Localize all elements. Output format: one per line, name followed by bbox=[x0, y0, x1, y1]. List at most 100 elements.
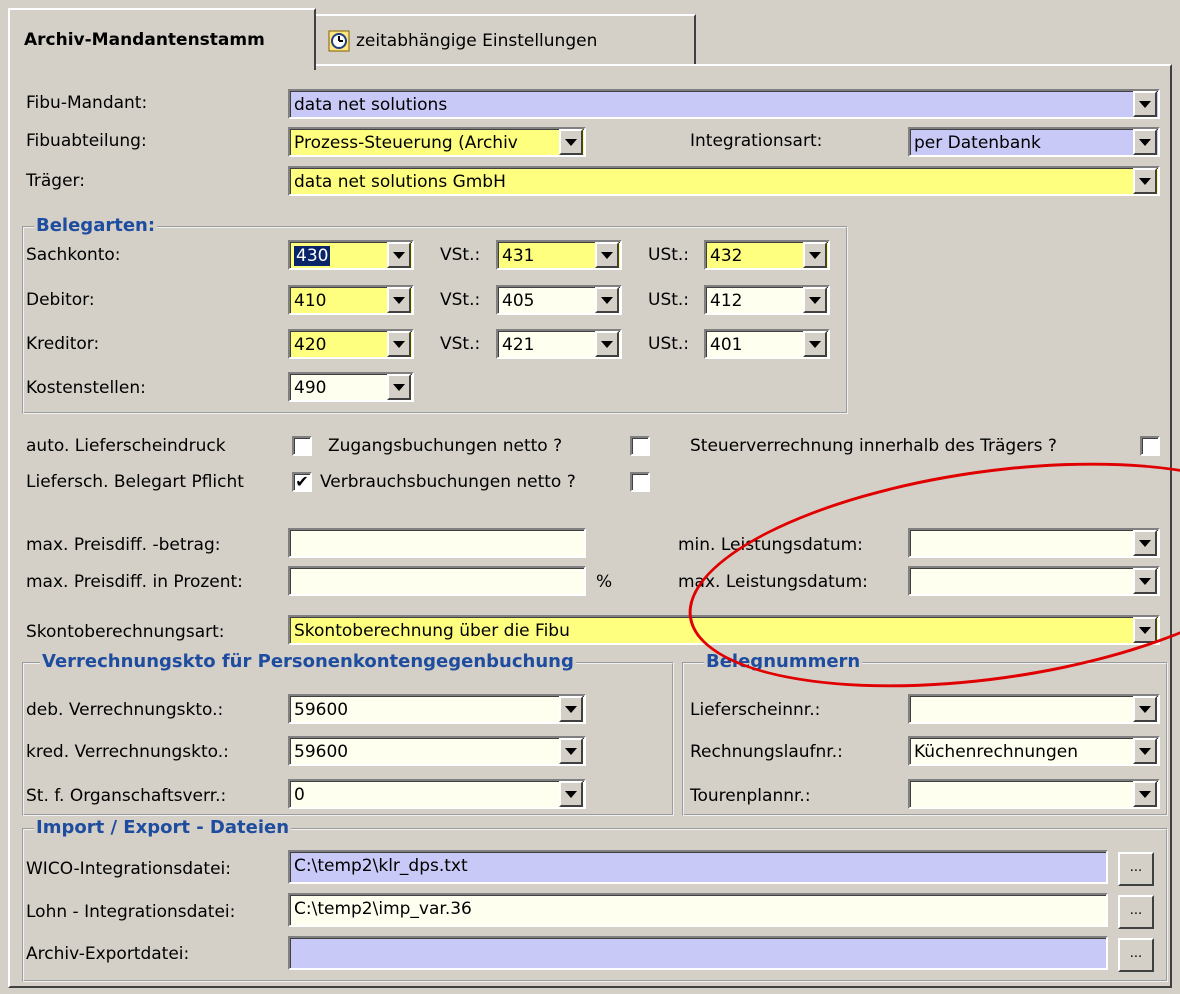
tourenplannr-dropdown-button[interactable] bbox=[1133, 781, 1157, 807]
organschaft-select[interactable]: 0 bbox=[288, 779, 586, 809]
archiv-exportdatei-input[interactable] bbox=[288, 936, 1108, 970]
lohn-browse-button[interactable]: ... bbox=[1118, 895, 1154, 929]
check-icon: ✔ bbox=[295, 472, 309, 491]
chevron-down-icon bbox=[1139, 177, 1151, 185]
sachkonto-value: 430 bbox=[294, 246, 331, 266]
chevron-down-icon bbox=[809, 340, 821, 348]
lohn-datei-label: Lohn - Integrationsdatei: bbox=[26, 902, 236, 922]
kred-verrechnungskto-label: kred. Verrechnungskto.: bbox=[26, 742, 229, 762]
tourenplannr-select[interactable] bbox=[908, 779, 1160, 809]
kostenstellen-dropdown-button[interactable] bbox=[387, 374, 411, 400]
rechnungslaufnr-dropdown-button[interactable] bbox=[1133, 738, 1157, 764]
lohn-datei-input[interactable]: C:\temp2\imp_var.36 bbox=[288, 893, 1108, 927]
chevron-down-icon bbox=[1139, 705, 1151, 713]
tab-zeitabhaengige-einstellungen[interactable]: zeitabhängige Einstellungen bbox=[314, 14, 696, 66]
debitor-vst-dropdown-button[interactable] bbox=[595, 287, 619, 313]
lieferscheinnr-dropdown-button[interactable] bbox=[1133, 696, 1157, 722]
max-preisdiff-prozent-label: max. Preisdiff. in Prozent: bbox=[26, 572, 243, 592]
zugangsbuchungen-checkbox[interactable] bbox=[630, 436, 650, 456]
liefersch-pflicht-checkbox[interactable]: ✔ bbox=[292, 472, 312, 492]
debitor-ust-dropdown-button[interactable] bbox=[803, 287, 827, 313]
sachkonto-ust-dropdown-button[interactable] bbox=[803, 242, 827, 268]
lieferscheinnr-select[interactable] bbox=[908, 694, 1160, 724]
kred-verrechnungskto-dropdown-button[interactable] bbox=[559, 738, 583, 764]
sachkonto-dropdown-button[interactable] bbox=[387, 242, 411, 268]
debitor-dropdown-button[interactable] bbox=[387, 287, 411, 313]
sachkonto-vst-label: VSt.: bbox=[440, 245, 481, 265]
verrechnungskto-legend: Verrechnungskto für Personenkontengegenb… bbox=[40, 651, 576, 672]
integrationsart-dropdown-button[interactable] bbox=[1133, 129, 1157, 155]
archiv-exportdatei-label: Archiv-Exportdatei: bbox=[26, 944, 190, 964]
fibu-mandant-label: Fibu-Mandant: bbox=[26, 93, 148, 113]
kreditor-dropdown-button[interactable] bbox=[387, 331, 411, 357]
prozent-unit: % bbox=[596, 572, 613, 592]
clock-settings-icon bbox=[328, 30, 350, 52]
traeger-select[interactable]: data net solutions GmbH bbox=[288, 166, 1160, 196]
kred-verrechnungskto-select[interactable]: 59600 bbox=[288, 736, 586, 766]
skonto-label: Skontoberechnungsart: bbox=[26, 622, 225, 642]
chevron-down-icon bbox=[601, 251, 613, 259]
auto-lieferscheindruck-label: auto. Lieferscheindruck bbox=[26, 436, 226, 456]
chevron-down-icon bbox=[809, 296, 821, 304]
chevron-down-icon bbox=[393, 340, 405, 348]
max-leistungsdatum-label: max. Leistungsdatum: bbox=[678, 572, 868, 592]
chevron-down-icon bbox=[1139, 138, 1151, 146]
fibu-mandant-dropdown-button[interactable] bbox=[1133, 91, 1157, 117]
debitor-label: Debitor: bbox=[26, 290, 95, 310]
chevron-down-icon bbox=[393, 251, 405, 259]
chevron-down-icon bbox=[1139, 790, 1151, 798]
max-preisdiff-prozent-input[interactable] bbox=[288, 566, 586, 596]
kreditor-vst-dropdown-button[interactable] bbox=[595, 331, 619, 357]
sachkonto-vst-dropdown-button[interactable] bbox=[595, 242, 619, 268]
fibu-mandant-select[interactable]: data net solutions bbox=[288, 89, 1160, 119]
archiv-export-browse-button[interactable]: ... bbox=[1118, 938, 1154, 972]
max-preisdiff-betrag-label: max. Preisdiff. -betrag: bbox=[26, 535, 221, 555]
steuerverrechnung-label: Steuerverrechnung innerhalb des Trägers … bbox=[690, 436, 1057, 456]
min-leistungsdatum-dropdown-button[interactable] bbox=[1133, 530, 1157, 556]
skonto-select[interactable]: Skontoberechnung über die Fibu bbox=[288, 615, 1160, 645]
verbrauchsbuchungen-checkbox[interactable] bbox=[630, 472, 650, 492]
chevron-down-icon bbox=[565, 747, 577, 755]
chevron-down-icon bbox=[1139, 577, 1151, 585]
lieferscheinnr-label: Lieferscheinnr.: bbox=[690, 700, 821, 720]
auto-lieferscheindruck-checkbox[interactable] bbox=[292, 436, 312, 456]
chevron-down-icon bbox=[601, 340, 613, 348]
tab-archiv-mandantenstamm[interactable]: Archiv-Mandantenstamm bbox=[8, 8, 316, 70]
chevron-down-icon bbox=[1139, 747, 1151, 755]
kreditor-ust-dropdown-button[interactable] bbox=[803, 331, 827, 357]
wico-browse-button[interactable]: ... bbox=[1118, 852, 1154, 886]
tab-label: zeitabhängige Einstellungen bbox=[356, 31, 598, 51]
kostenstellen-label: Kostenstellen: bbox=[26, 378, 146, 398]
skonto-dropdown-button[interactable] bbox=[1133, 617, 1157, 643]
organschaft-label: St. f. Organschaftsverr.: bbox=[26, 786, 227, 806]
kreditor-label: Kreditor: bbox=[26, 334, 100, 354]
deb-verrechnungskto-dropdown-button[interactable] bbox=[559, 696, 583, 722]
max-leistungsdatum-select[interactable] bbox=[908, 566, 1160, 596]
liefersch-pflicht-label: Liefersch. Belegart Pflicht bbox=[26, 472, 244, 492]
steuerverrechnung-checkbox[interactable] bbox=[1140, 436, 1160, 456]
integrationsart-select[interactable]: per Datenbank bbox=[908, 127, 1160, 157]
integrationsart-label: Integrationsart: bbox=[690, 131, 823, 151]
min-leistungsdatum-label: min. Leistungsdatum: bbox=[678, 535, 863, 555]
sachkonto-label: Sachkonto: bbox=[26, 245, 121, 265]
chevron-down-icon bbox=[601, 296, 613, 304]
chevron-down-icon bbox=[809, 251, 821, 259]
chevron-down-icon bbox=[565, 790, 577, 798]
min-leistungsdatum-select[interactable] bbox=[908, 528, 1160, 558]
fibuabteilung-value: Prozess-Steuerung (Archiv bbox=[294, 133, 518, 153]
deb-verrechnungskto-select[interactable]: 59600 bbox=[288, 694, 586, 724]
traeger-dropdown-button[interactable] bbox=[1133, 168, 1157, 194]
wico-datei-label: WICO-Integrationsdatei: bbox=[26, 859, 231, 879]
dateien-legend: Import / Export - Dateien bbox=[34, 817, 292, 838]
fibuabteilung-dropdown-button[interactable] bbox=[559, 129, 583, 155]
traeger-label: Träger: bbox=[26, 171, 85, 191]
wico-datei-input[interactable]: C:\temp2\klr_dps.txt bbox=[288, 850, 1108, 884]
rechnungslaufnr-label: Rechnungslaufnr.: bbox=[690, 742, 843, 762]
kreditor-vst-label: VSt.: bbox=[440, 334, 481, 354]
rechnungslaufnr-select[interactable]: Küchenrechnungen bbox=[908, 736, 1160, 766]
fibuabteilung-select[interactable]: Prozess-Steuerung (Archiv bbox=[288, 127, 586, 157]
max-preisdiff-betrag-input[interactable] bbox=[288, 528, 586, 558]
organschaft-dropdown-button[interactable] bbox=[559, 781, 583, 807]
debitor-vst-label: VSt.: bbox=[440, 290, 481, 310]
max-leistungsdatum-dropdown-button[interactable] bbox=[1133, 568, 1157, 594]
